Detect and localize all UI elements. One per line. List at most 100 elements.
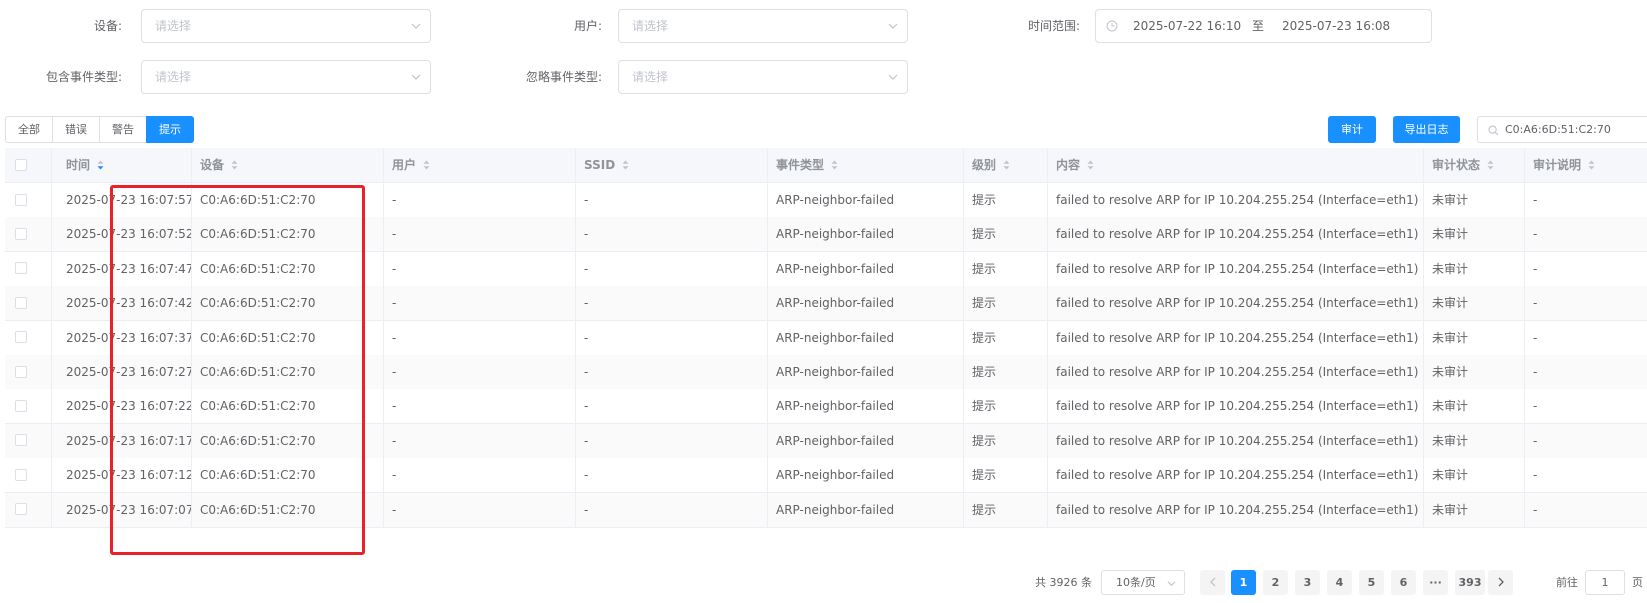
cell-event-type: ARP-neighbor-failed [768,251,964,286]
select-all-checkbox[interactable] [15,158,27,171]
time-range-picker[interactable]: 2025-07-22 16:10 至 2025-07-23 16:08 [1095,9,1432,43]
device-filter-label: 设备: [93,19,122,33]
row-checkbox[interactable] [15,468,27,481]
cell-level: 提示 [964,423,1048,458]
cell-ssid: - [576,492,768,527]
row-checkbox[interactable] [15,331,27,344]
chevron-down-icon [411,74,421,80]
ignore-event-type-select[interactable]: 请选择 [618,60,908,94]
row-checkbox[interactable] [15,365,27,378]
row-checkbox[interactable] [15,227,27,240]
page-size-value: 10条/页 [1116,576,1156,589]
audit-button[interactable]: 审计 [1328,116,1376,143]
export-log-button[interactable]: 导出日志 [1393,116,1460,143]
cell-level: 提示 [964,217,1048,252]
cell-audit-status: 未审计 [1424,320,1525,355]
row-select-cell [5,286,52,321]
table-row[interactable]: 2025-07-23 16:07:52 C0:A6:6D:51:C2:70- - AR… [5,217,1647,253]
row-checkbox[interactable] [15,262,27,275]
goto-page-input[interactable]: 1 [1585,570,1625,595]
table-row[interactable]: 2025-07-23 16:07:12 C0:A6:6D:51:C2:70- - AR… [5,458,1647,494]
prev-page-button[interactable] [1200,570,1225,595]
device-select[interactable]: 请选择 [141,9,431,43]
sort-icon[interactable] [622,160,629,170]
column-header-event-type[interactable]: 事件类型 [768,148,964,182]
cell-level: 提示 [964,286,1048,321]
time-start-value[interactable]: 2025-07-22 16:10 [1133,10,1241,42]
row-checkbox[interactable] [15,296,27,309]
row-select-cell [5,320,52,355]
row-checkbox[interactable] [15,434,27,447]
cell-audit-status: 未审计 [1424,251,1525,286]
tab-level-info[interactable]: 提示 [146,116,194,143]
page-ellipsis-button[interactable]: ··· [1423,570,1448,595]
cell-audit-note: - [1533,399,1538,414]
search-input[interactable] [1505,117,1645,142]
table-row[interactable]: 2025-07-23 16:07:57 C0:A6:6D:51:C2:70- - AR… [5,183,1647,218]
cell-time: 2025-07-23 16:07:27 [52,355,192,389]
table-row[interactable]: 2025-07-23 16:07:27 C0:A6:6D:51:C2:70- - AR… [5,355,1647,390]
cell-level: 提示 [964,492,1048,527]
cell-user: - [384,320,576,355]
sort-icon[interactable] [1588,160,1595,170]
table-row[interactable]: 2025-07-23 16:07:17 C0:A6:6D:51:C2:70- - AR… [5,423,1647,459]
row-select-cell [5,492,52,527]
sort-icon[interactable] [231,160,238,170]
row-checkbox[interactable] [15,503,27,516]
user-select[interactable]: 请选择 [618,9,908,43]
time-range-label: 时间范围: [1027,19,1080,33]
table-row[interactable]: 2025-07-23 16:07:47 C0:A6:6D:51:C2:70- - AR… [5,251,1647,287]
sort-icon[interactable] [831,160,838,170]
page-number-button[interactable]: 5 [1359,570,1384,595]
include-event-type-select[interactable]: 请选择 [141,60,431,94]
column-header-audit-note[interactable]: 审计说明 [1525,148,1647,182]
column-header-time[interactable]: 时间 [52,148,192,182]
column-header-label: 级别 [972,158,997,172]
table-row[interactable]: 2025-07-23 16:07:42 C0:A6:6D:51:C2:70- - AR… [5,286,1647,322]
cell-event-type: ARP-neighbor-failed [768,492,964,527]
column-header-device[interactable]: 设备 [192,148,384,182]
cell-audit-note: - [1533,330,1538,345]
time-end-value[interactable]: 2025-07-23 16:08 [1282,10,1390,42]
column-header-label: SSID [584,158,616,172]
page-number-button[interactable]: 1 [1231,570,1256,595]
sort-icon[interactable] [1087,160,1094,170]
table-row[interactable]: 2025-07-23 16:07:22 C0:A6:6D:51:C2:70- - AR… [5,389,1647,425]
column-header-audit-status[interactable]: 审计状态 [1424,148,1525,182]
chevron-down-icon [888,74,898,80]
page-number-button[interactable]: 6 [1391,570,1416,595]
tab-level-all[interactable]: 全部 [5,116,53,143]
chevron-down-icon [1167,581,1176,587]
column-header-content[interactable]: 内容 [1048,148,1424,182]
page-number-button[interactable]: 2 [1263,570,1288,595]
column-header-level[interactable]: 级别 [964,148,1048,182]
cell-ssid: - [576,458,768,493]
column-header-ssid[interactable]: SSID [576,148,768,182]
row-checkbox[interactable] [15,399,27,412]
cell-time: 2025-07-23 16:07:42 [52,286,192,321]
sort-icon[interactable] [1003,160,1010,170]
cell-content: failed to resolve ARP for IP 10.204.255.… [1048,286,1424,321]
page-size-select[interactable]: 10条/页 [1101,570,1185,595]
cell-level: 提示 [964,355,1048,389]
table-row[interactable]: 2025-07-23 16:07:07 C0:A6:6D:51:C2:70- - AR… [5,492,1647,528]
tab-level-warning[interactable]: 警告 [99,116,147,143]
sort-icon[interactable] [1487,160,1494,170]
sort-icon[interactable] [423,160,430,170]
sort-desc-icon[interactable] [97,160,104,170]
cell-device: C0:A6:6D:51:C2:70 [192,458,384,493]
page-number-button[interactable]: 3 [1295,570,1320,595]
column-header-label: 审计状态 [1432,158,1481,172]
row-checkbox[interactable] [15,193,27,206]
cell-ssid: - [576,183,768,217]
next-page-button[interactable] [1488,570,1513,595]
page-number-button[interactable]: 4 [1327,570,1352,595]
cell-time: 2025-07-23 16:07:47 [52,251,192,286]
table-row[interactable]: 2025-07-23 16:07:37 C0:A6:6D:51:C2:70- - AR… [5,320,1647,356]
cell-audit-status: 未审计 [1424,355,1525,389]
page-number-button[interactable]: 393 [1455,570,1485,595]
device-select-placeholder: 请选择 [155,19,192,33]
column-header-user[interactable]: 用户 [384,148,576,182]
tab-level-error[interactable]: 错误 [52,116,100,143]
row-select-cell [5,217,52,252]
